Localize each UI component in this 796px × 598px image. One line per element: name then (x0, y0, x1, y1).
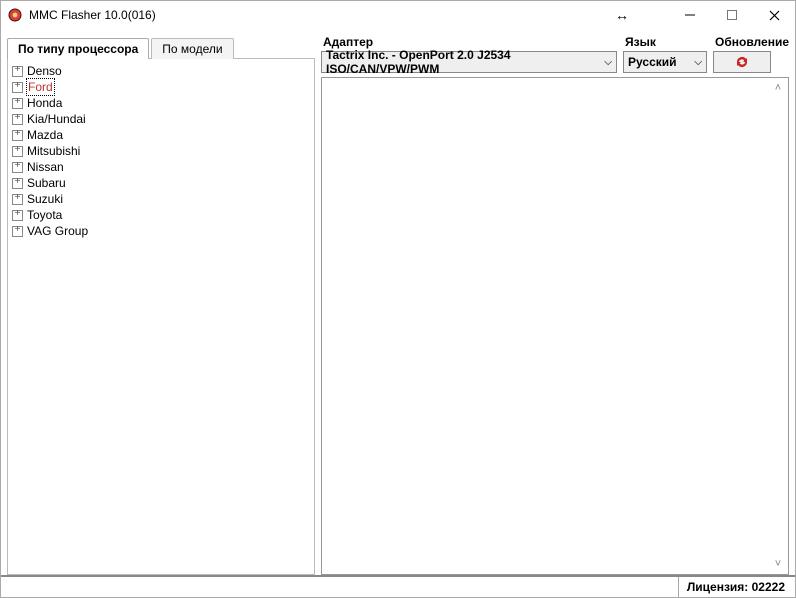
tree-view[interactable]: + Denso + Ford + Honda + Kia/Hundai + Mazda + Mitsu… (7, 58, 315, 575)
adapter-select[interactable]: Tactrix Inc. - OpenPort 2.0 J2534 ISO/CA… (321, 51, 617, 73)
right-pane: Адаптер Tactrix Inc. - OpenPort 2.0 J253… (321, 35, 789, 575)
maximize-button[interactable] (711, 1, 753, 29)
title-bar: MMC Flasher 10.0(016) ↔ (1, 1, 795, 29)
update-button[interactable] (713, 51, 771, 73)
expand-icon[interactable]: + (12, 114, 23, 125)
log-area[interactable]: ˄ ˅ (321, 77, 789, 575)
tree-item-label: Ford (27, 79, 54, 95)
status-bar: Лицензия: 02222 (1, 575, 795, 597)
tree-item-label: Nissan (27, 159, 64, 175)
tree-item[interactable]: + Toyota (12, 207, 310, 223)
tree-item[interactable]: + Subaru (12, 175, 310, 191)
tree-item-label: Toyota (27, 207, 62, 223)
expand-icon[interactable]: + (12, 162, 23, 173)
scroll-down-icon[interactable]: ˅ (770, 556, 786, 572)
expand-icon[interactable]: + (12, 130, 23, 141)
minimize-button[interactable] (669, 1, 711, 29)
expand-icon[interactable]: + (12, 194, 23, 205)
tree-item-label: Subaru (27, 175, 66, 191)
chevron-down-icon: ⌵ (604, 57, 612, 68)
tree-item-label: Honda (27, 95, 62, 111)
tree-item[interactable]: + Mitsubishi (12, 143, 310, 159)
expand-icon[interactable]: + (12, 82, 23, 93)
tree-item[interactable]: + Honda (12, 95, 310, 111)
left-tab-control: По типу процессора По модели + Denso + Ford… (7, 35, 315, 575)
expand-icon[interactable]: + (12, 178, 23, 189)
tree-item-label: Denso (27, 63, 62, 79)
scroll-up-icon[interactable]: ˄ (770, 80, 786, 96)
tree-item[interactable]: + Suzuki (12, 191, 310, 207)
refresh-icon (734, 55, 750, 69)
expand-icon[interactable]: + (12, 210, 23, 221)
tab-by-cpu[interactable]: По типу процессора (7, 38, 149, 59)
language-value: Русский (628, 55, 677, 69)
update-label: Обновление (713, 35, 789, 49)
tree-item-label: Kia/Hundai (27, 111, 86, 127)
tree-item[interactable]: + VAG Group (12, 223, 310, 239)
tree-item[interactable]: + Ford (12, 79, 310, 95)
tree-item[interactable]: + Mazda (12, 127, 310, 143)
tree-item[interactable]: + Nissan (12, 159, 310, 175)
language-label: Язык (623, 35, 707, 49)
expand-icon[interactable]: + (12, 226, 23, 237)
expand-icon[interactable]: + (12, 66, 23, 77)
tree-item-label: Suzuki (27, 191, 63, 207)
expand-icon[interactable]: + (12, 146, 23, 157)
adapter-label: Адаптер (321, 35, 617, 49)
language-select[interactable]: Русский ⌵ (623, 51, 707, 73)
tree-item-label: Mazda (27, 127, 63, 143)
expand-icon[interactable]: + (12, 98, 23, 109)
chevron-down-icon: ⌵ (694, 57, 702, 68)
tab-by-model[interactable]: По модели (151, 38, 233, 59)
resize-horizontal-icon[interactable]: ↔ (615, 7, 629, 23)
adapter-value: Tactrix Inc. - OpenPort 2.0 J2534 ISO/CA… (326, 48, 612, 76)
tree-item[interactable]: + Kia/Hundai (12, 111, 310, 127)
tree-item-label: VAG Group (27, 223, 88, 239)
app-icon (7, 7, 23, 23)
tree-item[interactable]: + Denso (12, 63, 310, 79)
window-title: MMC Flasher 10.0(016) (29, 8, 156, 22)
close-button[interactable] (753, 1, 795, 29)
license-text: Лицензия: 02222 (687, 580, 785, 594)
app-window: MMC Flasher 10.0(016) ↔ По типу процессо… (0, 0, 796, 598)
tree-item-label: Mitsubishi (27, 143, 80, 159)
